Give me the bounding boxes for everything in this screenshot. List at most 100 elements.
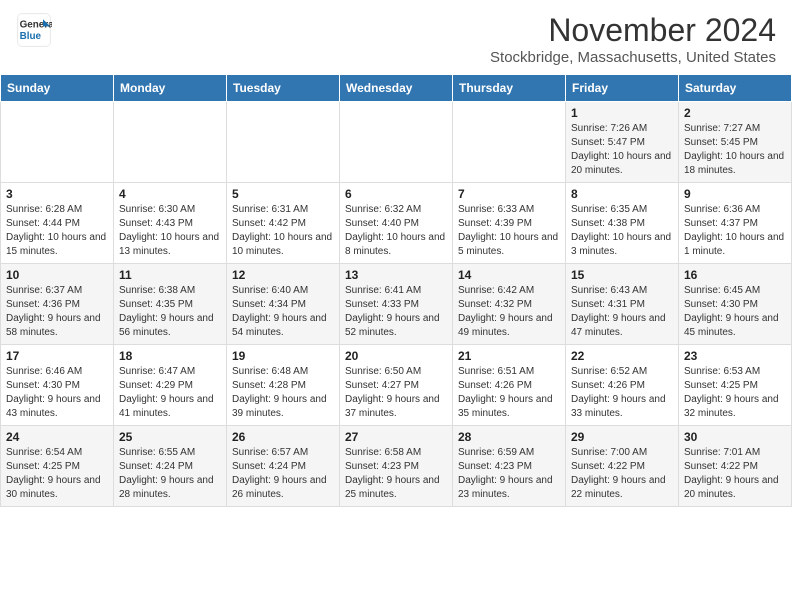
day-info: Sunrise: 7:26 AMSunset: 5:47 PMDaylight:… [571,122,673,178]
day-number: 8 [571,187,673,201]
day-info: Sunrise: 6:43 AMSunset: 4:31 PMDaylight:… [571,284,673,340]
location: Stockbridge, Massachusetts, United State… [490,49,776,66]
day-number: 12 [232,268,334,282]
calendar-cell: 1 Sunrise: 7:26 AMSunset: 5:47 PMDaylight… [566,102,679,183]
day-number: 14 [458,268,560,282]
weekday-header: Tuesday [227,75,340,102]
day-number: 11 [119,268,221,282]
day-info: Sunrise: 6:50 AMSunset: 4:27 PMDaylight:… [345,365,447,421]
calendar-cell: 11 Sunrise: 6:38 AMSunset: 4:35 PMDayligh… [114,264,227,345]
calendar-cell: 12 Sunrise: 6:40 AMSunset: 4:34 PMDayligh… [227,264,340,345]
calendar-cell [453,102,566,183]
calendar-cell: 22 Sunrise: 6:52 AMSunset: 4:26 PMDayligh… [566,345,679,426]
weekday-header: Thursday [453,75,566,102]
calendar-cell: 6 Sunrise: 6:32 AMSunset: 4:40 PMDaylight… [340,183,453,264]
calendar-cell: 28 Sunrise: 6:59 AMSunset: 4:23 PMDayligh… [453,426,566,507]
calendar-cell: 27 Sunrise: 6:58 AMSunset: 4:23 PMDayligh… [340,426,453,507]
calendar-table: SundayMondayTuesdayWednesdayThursdayFrid… [0,74,792,507]
calendar-cell: 23Sunrise: 6:53 AMSunset: 4:25 PMDayligh… [679,345,792,426]
calendar-cell: 17Sunrise: 6:46 AMSunset: 4:30 PMDayligh… [1,345,114,426]
calendar-cell: 18 Sunrise: 6:47 AMSunset: 4:29 PMDayligh… [114,345,227,426]
day-number: 24 [6,430,108,444]
day-number: 5 [232,187,334,201]
day-info: Sunrise: 6:47 AMSunset: 4:29 PMDaylight:… [119,365,221,421]
calendar-cell: 26 Sunrise: 6:57 AMSunset: 4:24 PMDayligh… [227,426,340,507]
day-number: 21 [458,349,560,363]
day-number: 9 [684,187,786,201]
calendar-cell: 30Sunrise: 7:01 AMSunset: 4:22 PMDayligh… [679,426,792,507]
calendar-cell: 9 Sunrise: 6:36 AMSunset: 4:37 PMDaylight… [679,183,792,264]
calendar-cell: 5 Sunrise: 6:31 AMSunset: 4:42 PMDaylight… [227,183,340,264]
calendar-cell: 29 Sunrise: 7:00 AMSunset: 4:22 PMDayligh… [566,426,679,507]
day-info: Sunrise: 6:58 AMSunset: 4:23 PMDaylight:… [345,446,447,502]
calendar-cell: 24 Sunrise: 6:54 AMSunset: 4:25 PMDayligh… [1,426,114,507]
day-info: Sunrise: 6:51 AMSunset: 4:26 PMDaylight:… [458,365,560,421]
weekday-header: Sunday [1,75,114,102]
day-info: Sunrise: 6:45 AMSunset: 4:30 PMDaylight:… [684,284,786,340]
day-number: 6 [345,187,447,201]
calendar-cell: 16 Sunrise: 6:45 AMSunset: 4:30 PMDayligh… [679,264,792,345]
month-title: November 2024 [490,12,776,49]
day-number: 18 [119,349,221,363]
day-number: 20 [345,349,447,363]
day-info: Sunrise: 6:33 AMSunset: 4:39 PMDaylight:… [458,203,560,259]
day-number: 19 [232,349,334,363]
day-info: Sunrise: 6:57 AMSunset: 4:24 PMDaylight:… [232,446,334,502]
day-info: Sunrise: 6:38 AMSunset: 4:35 PMDaylight:… [119,284,221,340]
day-info: Sunrise: 6:31 AMSunset: 4:42 PMDaylight:… [232,203,334,259]
day-number: 10 [6,268,108,282]
day-number: 25 [119,430,221,444]
day-number: 27 [345,430,447,444]
title-block: November 2024 Stockbridge, Massachusetts… [490,12,776,66]
day-number: 16 [684,268,786,282]
calendar-cell: 7 Sunrise: 6:33 AMSunset: 4:39 PMDaylight… [453,183,566,264]
day-info: Sunrise: 6:40 AMSunset: 4:34 PMDaylight:… [232,284,334,340]
calendar-cell: 4 Sunrise: 6:30 AMSunset: 4:43 PMDaylight… [114,183,227,264]
calendar-cell: 10 Sunrise: 6:37 AMSunset: 4:36 PMDayligh… [1,264,114,345]
day-info: Sunrise: 6:46 AMSunset: 4:30 PMDaylight:… [6,365,108,421]
weekday-header: Friday [566,75,679,102]
day-info: Sunrise: 6:42 AMSunset: 4:32 PMDaylight:… [458,284,560,340]
day-number: 7 [458,187,560,201]
day-info: Sunrise: 6:32 AMSunset: 4:40 PMDaylight:… [345,203,447,259]
calendar-cell: 20 Sunrise: 6:50 AMSunset: 4:27 PMDayligh… [340,345,453,426]
calendar-cell: 13Sunrise: 6:41 AMSunset: 4:33 PMDayligh… [340,264,453,345]
logo: General Blue [16,12,56,48]
day-number: 30 [684,430,786,444]
day-number: 26 [232,430,334,444]
day-info: Sunrise: 6:28 AMSunset: 4:44 PMDaylight:… [6,203,108,259]
day-number: 4 [119,187,221,201]
calendar-cell: 14 Sunrise: 6:42 AMSunset: 4:32 PMDayligh… [453,264,566,345]
calendar-header: SundayMondayTuesdayWednesdayThursdayFrid… [1,75,792,102]
day-number: 15 [571,268,673,282]
day-info: Sunrise: 6:36 AMSunset: 4:37 PMDaylight:… [684,203,786,259]
day-number: 3 [6,187,108,201]
day-number: 13 [345,268,447,282]
day-number: 22 [571,349,673,363]
calendar-cell [227,102,340,183]
day-number: 29 [571,430,673,444]
day-info: Sunrise: 6:55 AMSunset: 4:24 PMDaylight:… [119,446,221,502]
calendar-cell [1,102,114,183]
day-info: Sunrise: 6:53 AMSunset: 4:25 PMDaylight:… [684,365,786,421]
day-info: Sunrise: 6:54 AMSunset: 4:25 PMDaylight:… [6,446,108,502]
calendar-cell [114,102,227,183]
calendar-cell: 25 Sunrise: 6:55 AMSunset: 4:24 PMDayligh… [114,426,227,507]
day-info: Sunrise: 6:52 AMSunset: 4:26 PMDaylight:… [571,365,673,421]
day-number: 2 [684,106,786,120]
day-info: Sunrise: 6:37 AMSunset: 4:36 PMDaylight:… [6,284,108,340]
svg-text:Blue: Blue [20,31,42,42]
day-number: 28 [458,430,560,444]
calendar-cell: 8 Sunrise: 6:35 AMSunset: 4:38 PMDaylight… [566,183,679,264]
day-info: Sunrise: 7:27 AMSunset: 5:45 PMDaylight:… [684,122,786,178]
day-number: 1 [571,106,673,120]
day-info: Sunrise: 6:59 AMSunset: 4:23 PMDaylight:… [458,446,560,502]
day-info: Sunrise: 7:00 AMSunset: 4:22 PMDaylight:… [571,446,673,502]
day-info: Sunrise: 6:30 AMSunset: 4:43 PMDaylight:… [119,203,221,259]
day-info: Sunrise: 6:35 AMSunset: 4:38 PMDaylight:… [571,203,673,259]
calendar-cell: 3 Sunrise: 6:28 AMSunset: 4:44 PMDaylight… [1,183,114,264]
logo-icon: General Blue [16,12,52,48]
calendar-cell: 19Sunrise: 6:48 AMSunset: 4:28 PMDayligh… [227,345,340,426]
calendar-cell [340,102,453,183]
calendar-cell: 21 Sunrise: 6:51 AMSunset: 4:26 PMDayligh… [453,345,566,426]
